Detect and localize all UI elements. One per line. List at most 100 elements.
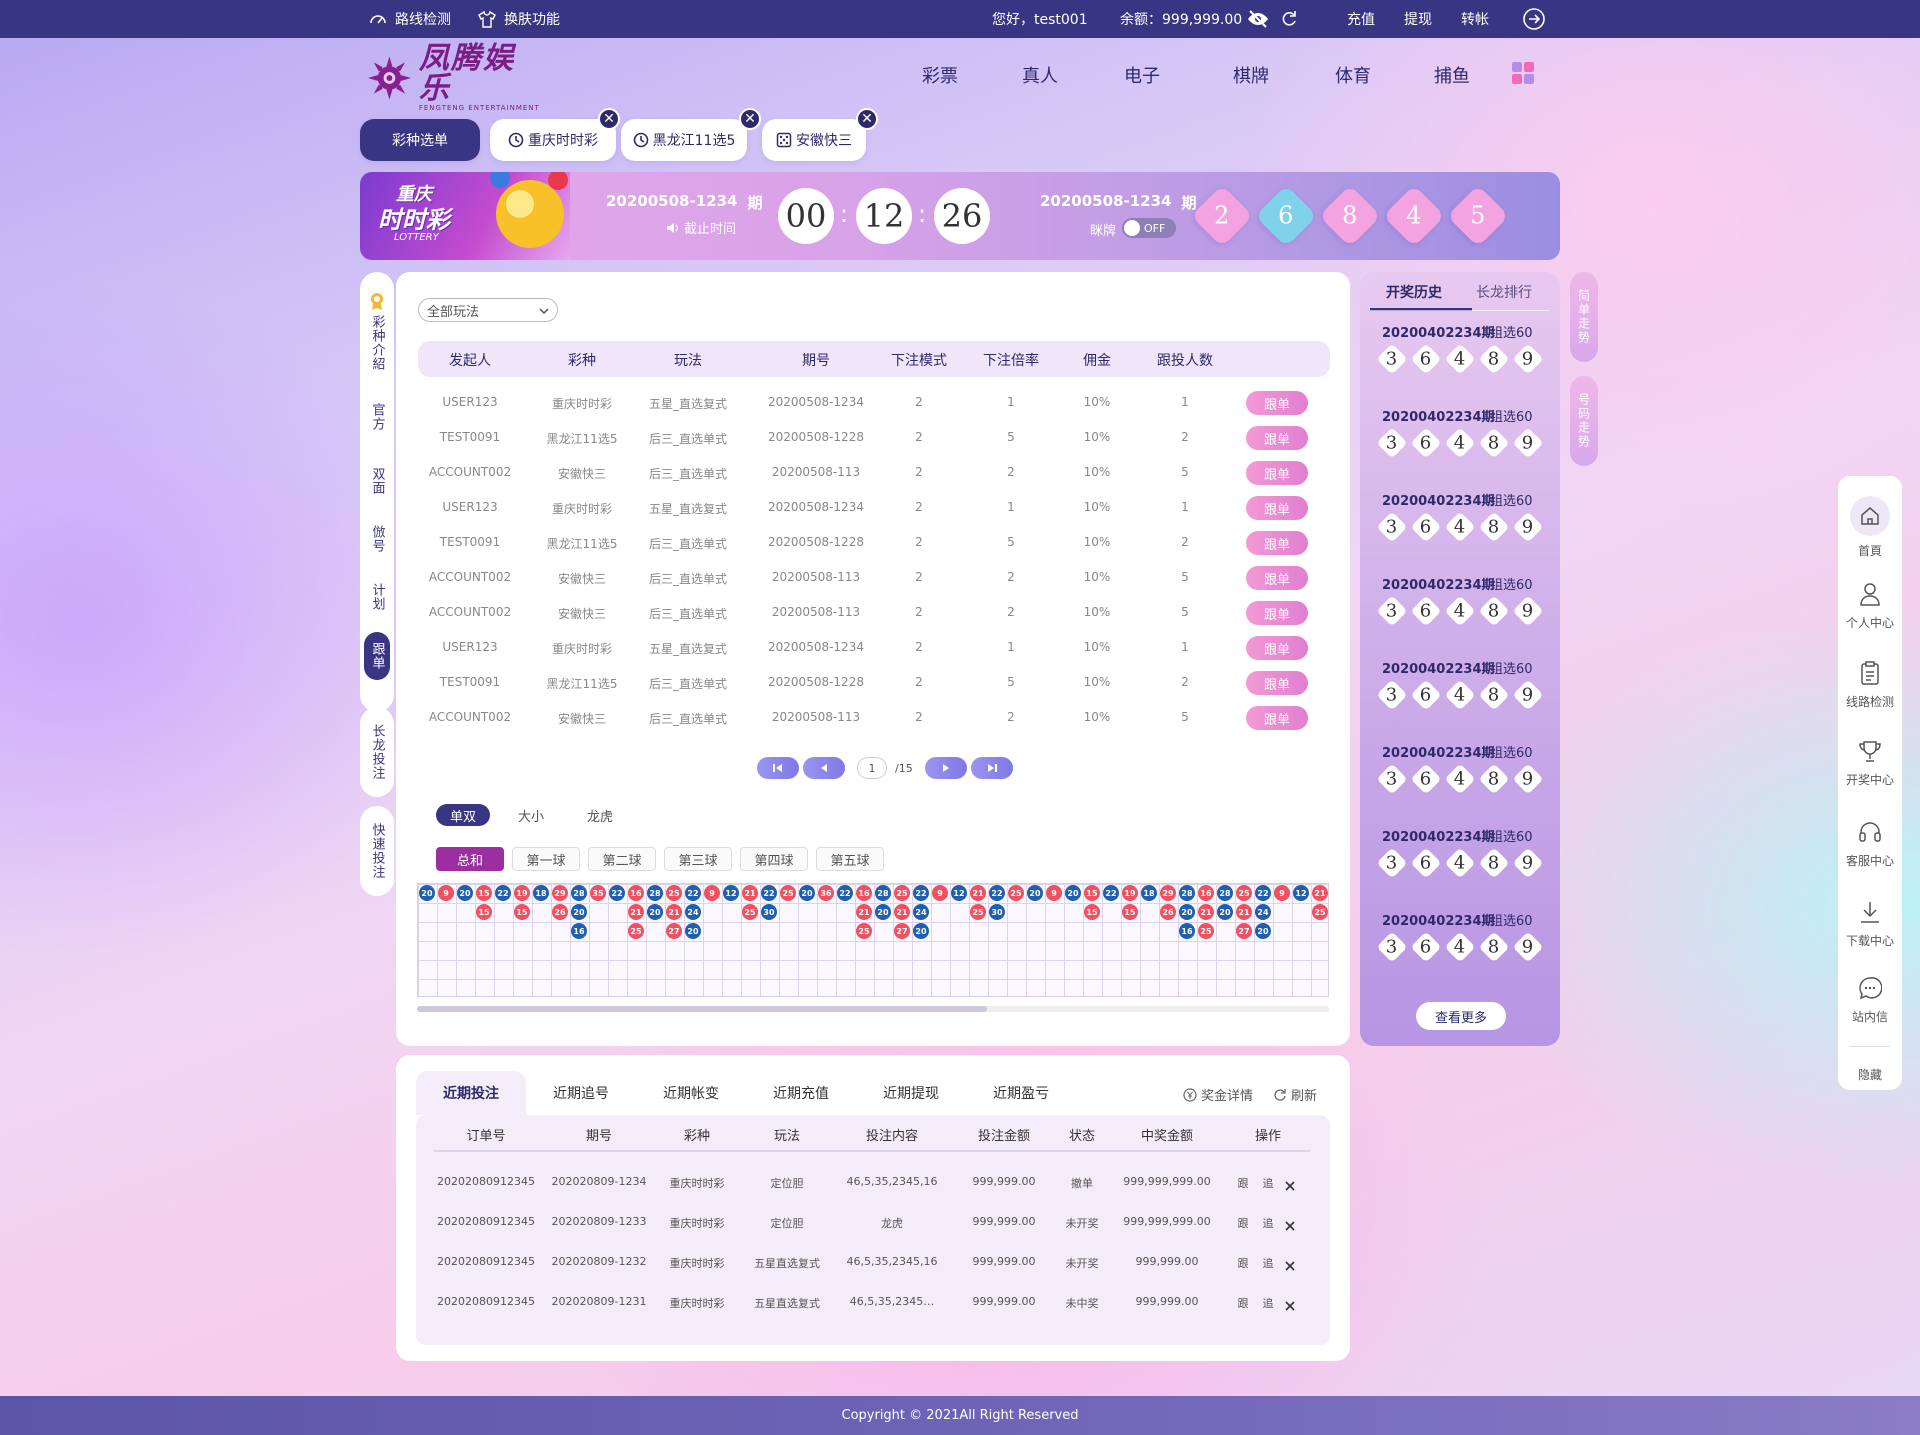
close-icon[interactable]: [1285, 1256, 1295, 1275]
close-icon[interactable]: [1285, 1216, 1295, 1235]
chase-action-link[interactable]: 追: [1261, 1215, 1275, 1231]
follow-button[interactable]: 跟单: [1246, 461, 1308, 485]
deposit-link[interactable]: 充值: [1347, 0, 1375, 38]
dock-messages[interactable]: 站内信: [1838, 974, 1902, 1025]
chase-action-link[interactable]: 追: [1261, 1295, 1275, 1311]
trend-toggle-dragontiger[interactable]: 龙虎: [573, 804, 627, 826]
close-tab-anhui-icon[interactable]: ✕: [856, 108, 878, 130]
records-tab-profit[interactable]: 近期盈亏: [966, 1071, 1076, 1115]
speedometer-icon: [368, 9, 388, 29]
nav-electronic[interactable]: 电子: [1124, 62, 1160, 88]
trend-ball: 9: [932, 885, 948, 901]
side-tab-plan[interactable]: 计划: [360, 580, 394, 614]
trend-ball: 12: [723, 885, 739, 901]
row-initiator: USER123: [442, 640, 498, 654]
close-icon[interactable]: [1285, 1176, 1295, 1195]
chase-action-link[interactable]: 追: [1261, 1175, 1275, 1191]
nav-lottery[interactable]: 彩票: [922, 62, 958, 88]
chase-action-link[interactable]: 追: [1261, 1255, 1275, 1271]
play-filter-select[interactable]: 全部玩法: [418, 298, 558, 322]
side-tab-intro[interactable]: 彩种介紹: [360, 312, 394, 374]
follow-button[interactable]: 跟单: [1246, 601, 1308, 625]
records-tab-deposit[interactable]: 近期充值: [746, 1071, 856, 1115]
tab-draw-history[interactable]: 开奖历史: [1386, 282, 1442, 302]
follow-action-link[interactable]: 跟: [1236, 1255, 1250, 1271]
follow-button[interactable]: 跟单: [1246, 391, 1308, 415]
follow-button[interactable]: 跟单: [1246, 566, 1308, 590]
lottery-menu-button[interactable]: 彩种选单: [360, 119, 480, 161]
follow-button[interactable]: 跟单: [1246, 671, 1308, 695]
speaker-icon: [666, 221, 680, 235]
trend-scrollbar-thumb[interactable]: [417, 1006, 987, 1012]
ball-tab-second[interactable]: 第二球: [588, 847, 656, 871]
side-tab-imitate[interactable]: 倣号: [360, 522, 394, 556]
dock-download[interactable]: 下载中心: [1838, 898, 1902, 949]
dock-draw-center[interactable]: 开奖中心: [1838, 737, 1902, 788]
tab-anhui[interactable]: 安徽快三: [762, 119, 866, 161]
refresh-link[interactable]: 刷新: [1273, 1085, 1317, 1104]
logout-icon[interactable]: [1522, 0, 1546, 38]
follow-button[interactable]: 跟单: [1246, 706, 1308, 730]
side-tab-long-bet[interactable]: 长龙投注: [360, 707, 394, 797]
records-tab-withdraw[interactable]: 近期提现: [856, 1071, 966, 1115]
page-next-button[interactable]: [925, 757, 967, 779]
page-first-button[interactable]: [757, 757, 799, 779]
dock-support[interactable]: 客服中心: [1838, 818, 1902, 869]
trend-toggle-bigsmall[interactable]: 大小: [504, 804, 558, 826]
brand-logo[interactable]: 凤腾娱乐 FENGTENG ENTERTAINMENT: [364, 44, 544, 112]
tab-heilongjiang[interactable]: 黑龙江11选5: [621, 119, 747, 161]
follow-action-link[interactable]: 跟: [1236, 1215, 1250, 1231]
number-trend-button[interactable]: 号码走势: [1570, 376, 1598, 466]
close-tab-heilongjiang-icon[interactable]: ✕: [739, 108, 761, 130]
page-number-input[interactable]: 1: [857, 757, 887, 779]
close-icon[interactable]: [1285, 1296, 1295, 1315]
follow-button[interactable]: 跟单: [1246, 531, 1308, 555]
ball-tab-first[interactable]: 第一球: [512, 847, 580, 871]
side-tab-official[interactable]: 官方: [360, 400, 394, 434]
nav-chess[interactable]: 棋牌: [1233, 62, 1269, 88]
trend-scrollbar[interactable]: [417, 1006, 1329, 1012]
nav-fishing[interactable]: 捕鱼: [1434, 62, 1470, 88]
follow-action-link[interactable]: 跟: [1236, 1295, 1250, 1311]
page-prev-button[interactable]: [803, 757, 845, 779]
apps-grid-icon[interactable]: [1512, 62, 1534, 88]
tab-long-ranking[interactable]: 长龙排行: [1476, 282, 1532, 302]
ball-tab-fourth[interactable]: 第四球: [740, 847, 808, 871]
close-tab-chongqing-icon[interactable]: ✕: [598, 108, 620, 130]
dock-route-check[interactable]: 线路检测: [1838, 659, 1902, 710]
ball-tab-fifth[interactable]: 第五球: [816, 847, 884, 871]
ball-tab-total[interactable]: 总和: [436, 847, 504, 871]
tab-chongqing[interactable]: 重庆时时彩: [490, 119, 616, 161]
follow-button[interactable]: 跟单: [1246, 496, 1308, 520]
refresh-balance-icon[interactable]: [1280, 0, 1298, 38]
nav-live[interactable]: 真人: [1022, 62, 1058, 88]
peek-toggle[interactable]: OFF: [1122, 218, 1176, 238]
page-last-button[interactable]: [971, 757, 1013, 779]
side-tab-follow[interactable]: 跟单: [364, 632, 390, 680]
rec-col-content: 投注内容: [865, 1129, 918, 1144]
records-tab-bets[interactable]: 近期投注: [416, 1071, 526, 1115]
nav-sports[interactable]: 体育: [1335, 62, 1371, 88]
dock-profile[interactable]: 个人中心: [1838, 580, 1902, 631]
hide-balance-icon[interactable]: [1247, 0, 1269, 38]
row-initiator: TEST0091: [439, 535, 501, 549]
withdraw-link[interactable]: 提现: [1404, 0, 1432, 38]
ball-tab-third[interactable]: 第三球: [664, 847, 732, 871]
side-tab-double[interactable]: 双面: [360, 464, 394, 498]
follow-action-link[interactable]: 跟: [1236, 1175, 1250, 1191]
skin-switch-link[interactable]: 换肤功能: [477, 0, 560, 38]
follow-button[interactable]: 跟单: [1246, 636, 1308, 660]
bonus-detail-link[interactable]: 奖金详情: [1183, 1085, 1253, 1104]
follow-button[interactable]: 跟单: [1246, 426, 1308, 450]
side-tab-quick-bet[interactable]: 快速投注: [360, 806, 394, 896]
transfer-link[interactable]: 转帐: [1461, 0, 1489, 38]
simple-trend-button[interactable]: 简单走势: [1570, 272, 1598, 362]
view-more-button[interactable]: 查看更多: [1416, 1002, 1506, 1030]
records-tab-account[interactable]: 近期帐变: [636, 1071, 746, 1115]
dock-home[interactable]: 首頁: [1838, 496, 1902, 559]
records-tab-chase[interactable]: 近期追号: [526, 1071, 636, 1115]
route-check-link[interactable]: 路线检测: [368, 0, 451, 38]
trend-toggle-oddeven[interactable]: 单双: [436, 804, 490, 826]
dock-hide[interactable]: 隐藏: [1838, 1066, 1902, 1083]
history-tag: 组选60: [1490, 662, 1533, 677]
